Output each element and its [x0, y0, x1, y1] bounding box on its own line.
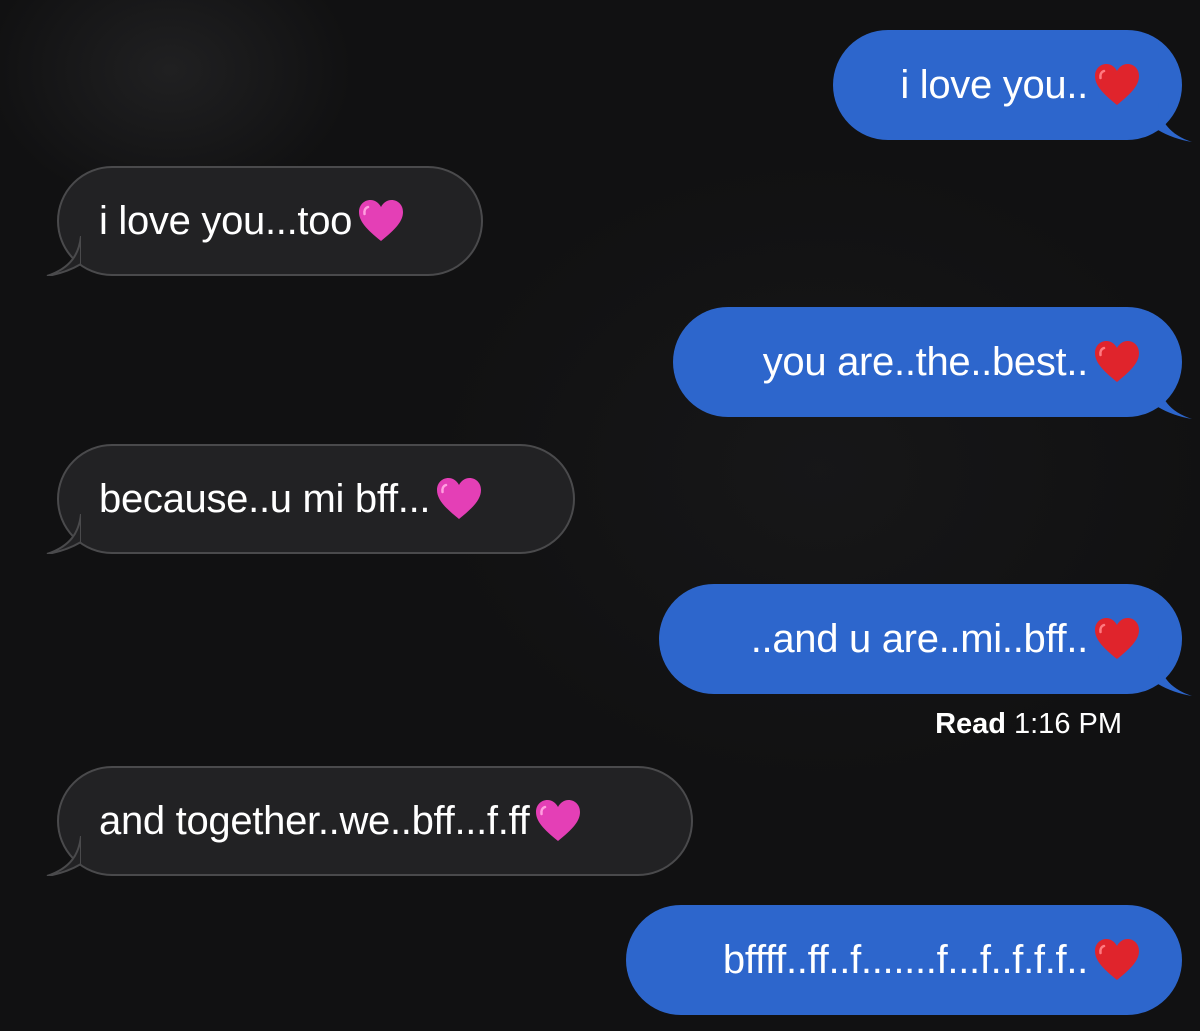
incoming-message-bubble[interactable]: and together..we..bff...f.ff	[46, 766, 693, 876]
incoming-message-bubble[interactable]: because..u mi bff...	[46, 444, 575, 554]
message-text: and together..we..bff...f.ff	[99, 798, 530, 843]
read-time: 1:16 PM	[1014, 708, 1122, 740]
bubble-tail	[1158, 102, 1192, 142]
bubble-tail	[46, 514, 81, 554]
message-text: i love you...too	[99, 198, 353, 243]
message-thread: i love you.. i love you...too you are..t…	[0, 0, 1200, 1031]
outgoing-message-bubble[interactable]: ..and u are..mi..bff..	[659, 584, 1192, 696]
red-heart-icon	[1095, 939, 1139, 980]
read-status-label: Read	[935, 708, 1006, 740]
incoming-message-bubble[interactable]: i love you...too	[46, 166, 483, 276]
bubble-tail	[46, 836, 81, 876]
message-text: i love you..	[900, 62, 1088, 107]
bubble-tail	[46, 236, 81, 276]
pink-heart-icon	[359, 200, 404, 241]
message-text: because..u mi bff...	[99, 476, 431, 521]
outgoing-message-bubble[interactable]: you are..the..best..	[673, 307, 1192, 419]
outgoing-message-bubble[interactable]: bffff..ff..f.......f...f..f.f.f..	[626, 905, 1182, 1015]
read-receipt: Read 1:16 PM	[935, 708, 1122, 741]
message-text: bffff..ff..f.......f...f..f.f.f..	[722, 937, 1088, 982]
pink-heart-icon	[536, 800, 581, 841]
red-heart-icon	[1095, 341, 1139, 382]
pink-heart-icon	[437, 478, 482, 519]
red-heart-icon	[1095, 618, 1139, 659]
message-text: ..and u are..mi..bff..	[750, 616, 1089, 661]
message-text: you are..the..best..	[762, 339, 1089, 384]
outgoing-message-bubble[interactable]: i love you..	[833, 30, 1192, 142]
red-heart-icon	[1095, 64, 1139, 105]
bubble-tail	[1158, 379, 1192, 419]
bubble-tail	[1158, 656, 1192, 696]
